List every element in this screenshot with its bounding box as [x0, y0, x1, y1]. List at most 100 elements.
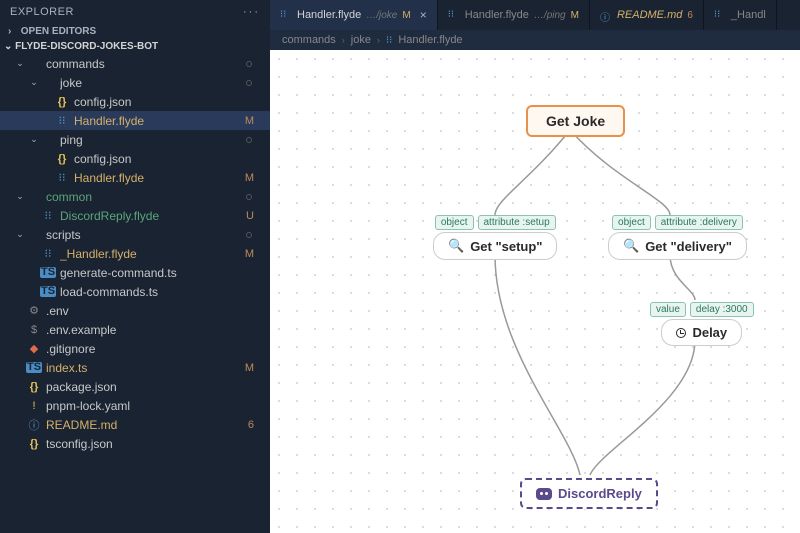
- folder-item[interactable]: ⌄common: [0, 187, 270, 206]
- node-body: Delay: [661, 319, 742, 346]
- node-get-delivery[interactable]: object attribute :delivery 🔍 Get "delive…: [608, 215, 747, 260]
- folder-item[interactable]: ⌄joke: [0, 73, 270, 92]
- json-icon: {}: [54, 96, 70, 108]
- ts-icon: TS: [26, 362, 42, 373]
- file-label: scripts: [46, 228, 246, 242]
- readme-icon: ⓘ: [26, 417, 42, 433]
- pin[interactable]: attribute :setup: [478, 215, 556, 230]
- file-label: .gitignore: [46, 342, 262, 356]
- breadcrumb[interactable]: commands › joke › ⁝⁝ Handler.flyde: [270, 30, 800, 50]
- folder-item[interactable]: ⌄ commands: [0, 54, 270, 73]
- file-item[interactable]: {} tsconfig.json: [0, 434, 270, 453]
- file-item[interactable]: {} config.json: [0, 149, 270, 168]
- file-item[interactable]: ⁝⁝Handler.flydeM: [0, 111, 270, 130]
- file-item[interactable]: ◆ .gitignore: [0, 339, 270, 358]
- editor-tab[interactable]: ⓘREADME.md6: [590, 0, 704, 30]
- file-label: ping: [60, 133, 246, 147]
- node-body: Get Joke: [526, 105, 625, 137]
- file-item[interactable]: TSindex.tsM: [0, 358, 270, 377]
- clock-icon: [676, 328, 686, 338]
- file-label: .env: [46, 304, 262, 318]
- file-item[interactable]: !pnpm-lock.yaml: [0, 396, 270, 415]
- pin[interactable]: attribute :delivery: [655, 215, 743, 230]
- file-item[interactable]: $.env.example: [0, 320, 270, 339]
- explorer-more-icon[interactable]: ···: [243, 6, 260, 18]
- git-badge: U: [246, 210, 254, 222]
- node-delay[interactable]: value delay :3000 Delay: [650, 302, 754, 346]
- node-pins: object attribute :delivery: [612, 215, 743, 230]
- node-get-joke[interactable]: Get Joke: [526, 105, 625, 137]
- file-label: pnpm-lock.yaml: [46, 399, 262, 413]
- chevron-right-icon: ›: [8, 26, 18, 37]
- explorer-sidebar: EXPLORER ··· › OPEN EDITORS ⌄ FLYDE-DISC…: [0, 0, 270, 533]
- explorer-title: EXPLORER: [10, 6, 74, 18]
- decoration-dot: [246, 61, 252, 67]
- git-badge: M: [245, 115, 254, 127]
- tab-name: _Handl: [731, 9, 766, 21]
- file-item[interactable]: {} config.json: [0, 92, 270, 111]
- json-icon: {}: [26, 438, 42, 450]
- file-item[interactable]: ⚙.env: [0, 301, 270, 320]
- project-name: FLYDE-DISCORD-JOKES-BOT: [15, 41, 158, 52]
- folder-item[interactable]: ⌄ scripts: [0, 225, 270, 244]
- readme-icon: ⓘ: [600, 9, 612, 21]
- flyde-icon: ⁝⁝: [40, 209, 56, 222]
- pin[interactable]: value: [650, 302, 686, 317]
- decoration-dot: [246, 80, 252, 86]
- file-label: commands: [46, 57, 246, 71]
- flyde-icon: ⁝⁝: [54, 114, 70, 127]
- file-label: DiscordReply.flyde: [60, 209, 246, 223]
- json-icon: {}: [54, 153, 70, 165]
- json-icon: {}: [26, 381, 42, 393]
- node-get-setup[interactable]: object attribute :setup 🔍 Get "setup": [433, 215, 557, 260]
- chevron-down-icon: ⌄: [14, 229, 26, 240]
- flyde-icon: ⁝⁝: [40, 247, 56, 260]
- chevron-right-icon: ›: [342, 35, 345, 45]
- file-item[interactable]: TSgenerate-command.ts: [0, 263, 270, 282]
- file-label: config.json: [74, 152, 262, 166]
- open-editors-section[interactable]: › OPEN EDITORS: [0, 24, 270, 39]
- flyde-canvas[interactable]: Get Joke object attribute :setup 🔍 Get "…: [270, 50, 800, 533]
- decoration-dot: [246, 232, 252, 238]
- file-label: load-commands.ts: [60, 285, 262, 299]
- file-item[interactable]: ⓘREADME.md6: [0, 415, 270, 434]
- file-item[interactable]: ⁝⁝ DiscordReply.flydeU: [0, 206, 270, 225]
- close-icon[interactable]: ×: [420, 8, 427, 22]
- editor-tab[interactable]: ⁝⁝Handler.flyde…/pingM: [438, 0, 590, 30]
- pin[interactable]: object: [435, 215, 474, 230]
- git-icon: ◆: [26, 342, 42, 355]
- ts-icon: TS: [40, 286, 56, 297]
- folder-item[interactable]: ⌄ping: [0, 130, 270, 149]
- node-label: Get "setup": [470, 239, 542, 254]
- breadcrumb-item[interactable]: commands: [282, 34, 336, 46]
- project-section[interactable]: ⌄ FLYDE-DISCORD-JOKES-BOT: [0, 39, 270, 54]
- file-label: joke: [60, 76, 246, 90]
- chevron-right-icon: ›: [377, 35, 380, 45]
- file-label: config.json: [74, 95, 262, 109]
- tab-name: Handler.flyde: [465, 9, 529, 21]
- modified-badge: M: [571, 10, 579, 21]
- editor-tab[interactable]: ⁝⁝_Handl: [704, 0, 777, 30]
- file-item[interactable]: {} package.json: [0, 377, 270, 396]
- tab-path: …/joke: [366, 10, 397, 21]
- chevron-down-icon: ⌄: [4, 41, 12, 52]
- editor-tab[interactable]: ⁝⁝Handler.flyde…/jokeM×: [270, 0, 438, 30]
- file-tree: ⌄commands⌄joke{}config.json⁝⁝Handler.fly…: [0, 54, 270, 533]
- breadcrumb-item[interactable]: joke: [351, 34, 371, 46]
- file-label: package.json: [46, 380, 262, 394]
- node-label: Delay: [692, 325, 727, 340]
- file-label: index.ts: [46, 361, 245, 375]
- modified-badge: M: [402, 10, 410, 21]
- node-discord-reply[interactable]: DiscordReply: [520, 478, 658, 509]
- chevron-down-icon: ⌄: [14, 191, 26, 202]
- pin[interactable]: object: [612, 215, 651, 230]
- file-item[interactable]: TS load-commands.ts: [0, 282, 270, 301]
- breadcrumb-item[interactable]: Handler.flyde: [398, 34, 462, 46]
- file-item[interactable]: ⁝⁝Handler.flydeM: [0, 168, 270, 187]
- pin[interactable]: delay :3000: [690, 302, 754, 317]
- file-item[interactable]: ⁝⁝_Handler.flydeM: [0, 244, 270, 263]
- node-label: DiscordReply: [558, 486, 642, 501]
- chevron-down-icon: ⌄: [14, 58, 26, 69]
- ts-icon: TS: [40, 267, 56, 278]
- file-label: tsconfig.json: [46, 437, 262, 451]
